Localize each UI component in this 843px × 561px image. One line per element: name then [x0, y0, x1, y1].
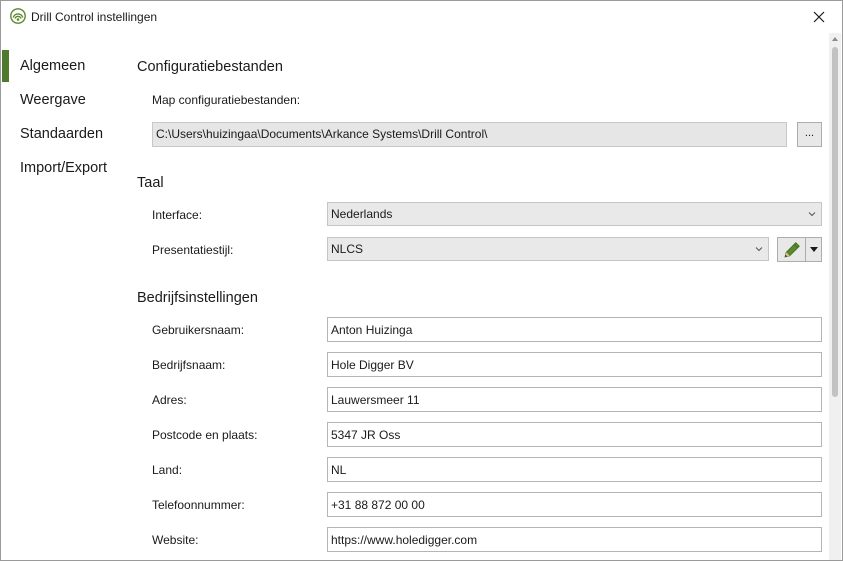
country-input[interactable]: [327, 457, 822, 482]
config-folder-label: Map configuratiebestanden:: [152, 93, 301, 107]
company-section-title: Bedrijfsinstellingen: [137, 290, 258, 306]
chevron-down-icon: [808, 212, 816, 217]
postcode-city-label: Postcode en plaats:: [152, 428, 258, 442]
scroll-up-arrow-icon: [832, 37, 838, 41]
postcode-city-input[interactable]: [327, 422, 822, 447]
country-label: Land:: [152, 463, 183, 477]
close-button[interactable]: [796, 1, 842, 33]
style-select-value: NLCS: [331, 242, 364, 256]
pencil-icon: [783, 241, 800, 258]
sidebar-item-label: Weergave: [20, 92, 86, 108]
chevron-down-icon: [755, 247, 763, 252]
interface-select-value: Nederlands: [331, 207, 393, 221]
scroll-up-button[interactable]: [829, 33, 841, 45]
phone-label: Telefoonnummer:: [152, 498, 245, 512]
edit-style-dropdown-button[interactable]: [806, 238, 821, 261]
company-name-input[interactable]: [327, 352, 822, 377]
website-label: Website:: [152, 533, 199, 547]
vertical-scrollbar[interactable]: [829, 33, 841, 560]
username-label: Gebruikersnaam:: [152, 323, 245, 337]
sidebar-item-label: Standaarden: [20, 126, 104, 142]
close-icon: [813, 11, 825, 23]
sidebar-item-label: Import/Export: [20, 160, 108, 176]
phone-input[interactable]: [327, 492, 822, 517]
address-input[interactable]: [327, 387, 822, 412]
sidebar-item-algemeen[interactable]: Algemeen: [1, 49, 125, 83]
interface-label: Interface:: [152, 208, 203, 222]
sidebar-nav: Algemeen Weergave Standaarden Import/Exp…: [1, 49, 125, 185]
drill-control-logo-icon: [10, 8, 26, 24]
website-input[interactable]: [327, 527, 822, 552]
company-name-label: Bedrijfsnaam:: [152, 358, 226, 372]
sidebar-item-import-export[interactable]: Import/Export: [1, 151, 125, 185]
scrollbar-thumb[interactable]: [832, 47, 838, 397]
config-section-title: Configuratiebestanden: [137, 59, 283, 75]
language-section-title: Taal: [137, 175, 164, 191]
edit-style-button[interactable]: [778, 238, 805, 261]
sidebar-item-weergave[interactable]: Weergave: [1, 83, 125, 117]
presentation-style-select[interactable]: NLCS: [327, 237, 769, 261]
window-title: Drill Control instellingen: [31, 10, 158, 24]
config-folder-path: C:\Users\huizingaa\Documents\Arkance Sys…: [152, 122, 787, 147]
caret-down-icon: [809, 247, 818, 252]
edit-style-split-button: [777, 237, 822, 262]
sidebar-item-label: Algemeen: [20, 58, 86, 74]
title-bar: Drill Control instellingen: [1, 1, 842, 33]
style-label: Presentatiestijl:: [152, 243, 234, 257]
username-input[interactable]: [327, 317, 822, 342]
browse-button[interactable]: ...: [797, 122, 822, 147]
address-label: Adres:: [152, 393, 187, 407]
settings-window: Drill Control instellingen Algemeen Weer…: [0, 0, 843, 561]
interface-select[interactable]: Nederlands: [327, 202, 822, 226]
sidebar-item-standaarden[interactable]: Standaarden: [1, 117, 125, 151]
